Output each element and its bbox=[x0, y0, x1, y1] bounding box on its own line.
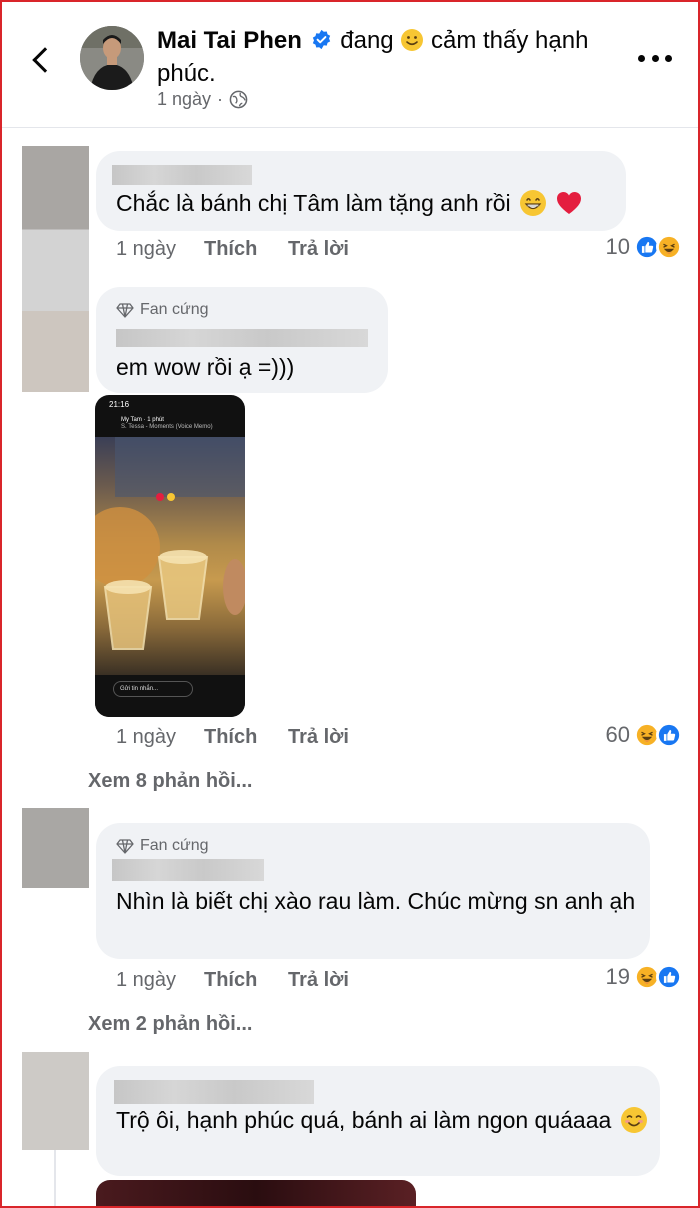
post-header: Mai Tai Phen đang cảm thấy hạnh phúc. 1 … bbox=[0, 0, 700, 128]
comment-bubble: Trộ ôi, hạnh phúc quá, bánh ai làm ngon … bbox=[96, 1066, 660, 1176]
red-heart-emoji-icon bbox=[557, 192, 582, 214]
comment-avatar[interactable] bbox=[22, 808, 89, 888]
post-time[interactable]: 1 ngày bbox=[157, 89, 211, 110]
phone-status-bar: 21:16 bbox=[109, 400, 130, 409]
comment-text: Trộ ôi, hạnh phúc quá, bánh ai làm ngon … bbox=[116, 1104, 650, 1137]
avatar-photo bbox=[80, 26, 144, 90]
diamond-icon bbox=[116, 839, 134, 854]
back-button[interactable] bbox=[26, 40, 58, 80]
comment-bubble: Fan cứng em wow rồi ạ =))) bbox=[96, 287, 388, 393]
globe-icon bbox=[229, 90, 248, 109]
reaction-summary[interactable]: 60 bbox=[606, 722, 682, 748]
fan-badge: Fan cứng bbox=[116, 837, 209, 855]
chevron-left-icon bbox=[32, 47, 58, 73]
blurred-commenter-name bbox=[112, 859, 264, 881]
story-message-input: Gửi tin nhắn... bbox=[113, 681, 193, 697]
comment-bubble: Fan cứng Nhìn là biết chị xào rau làm. C… bbox=[96, 823, 650, 959]
reply-button[interactable]: Trả lời bbox=[288, 969, 349, 992]
reaction-summary[interactable]: 19 bbox=[606, 964, 682, 990]
verified-badge-icon bbox=[312, 29, 330, 50]
fan-badge: Fan cứng bbox=[116, 301, 209, 319]
comment-actions: 1 ngày Thích Trả lời bbox=[116, 238, 349, 261]
comment-actions: 1 ngày Thích Trả lời bbox=[116, 726, 349, 749]
reply-button[interactable]: Trả lời bbox=[288, 238, 349, 261]
blurred-commenter-name bbox=[116, 329, 368, 347]
comment-bubble: Chắc là bánh chị Tâm làm tặng anh rồi bbox=[96, 151, 626, 231]
blurred-commenter-name bbox=[112, 165, 252, 185]
reaction-count: 60 bbox=[605, 722, 630, 747]
comment-text: Nhìn là biết chị xào rau làm. Chúc mừng … bbox=[116, 888, 636, 914]
comment-text: Chắc là bánh chị Tâm làm tặng anh rồi bbox=[116, 187, 583, 220]
author-name[interactable]: Mai Tai Phen bbox=[157, 27, 302, 54]
blurred-commenter-name bbox=[114, 1080, 314, 1104]
comment-avatar[interactable] bbox=[22, 1052, 89, 1150]
post-activity: Mai Tai Phen đang cảm thấy hạnh phúc. bbox=[157, 24, 607, 90]
comment-time[interactable]: 1 ngày bbox=[116, 238, 204, 261]
comment-avatar[interactable] bbox=[22, 146, 89, 392]
haha-reaction-icon bbox=[656, 234, 682, 260]
like-button[interactable]: Thích bbox=[204, 238, 288, 261]
diamond-icon bbox=[116, 303, 134, 318]
reply-button[interactable]: Trả lời bbox=[288, 726, 349, 749]
comment-actions: 1 ngày Thích Trả lời bbox=[116, 969, 349, 992]
comment-image-attachment[interactable]: 21:16 My Tam · 1 phút S. Tessa - Moments… bbox=[95, 395, 245, 717]
thread-line bbox=[54, 1150, 56, 1208]
like-button[interactable]: Thích bbox=[204, 726, 288, 749]
smiling-blush-emoji-icon bbox=[620, 1107, 647, 1133]
story-photo bbox=[95, 437, 245, 675]
reaction-count: 19 bbox=[605, 964, 630, 989]
reaction-summary[interactable]: 10 bbox=[606, 234, 682, 260]
activity-verb: đang bbox=[340, 27, 394, 54]
like-reaction-icon bbox=[656, 722, 682, 748]
view-replies-link[interactable]: Xem 8 phản hồi... bbox=[88, 770, 252, 793]
post-meta: 1 ngày · bbox=[157, 89, 248, 110]
grin-emoji-icon bbox=[520, 190, 547, 216]
drink-glasses-photo bbox=[95, 437, 245, 650]
dot-separator: · bbox=[217, 89, 224, 109]
author-avatar[interactable] bbox=[80, 26, 144, 90]
slightly-smiling-emoji-icon bbox=[401, 29, 424, 51]
comment-text: em wow rồi ạ =))) bbox=[116, 354, 295, 380]
next-image-attachment[interactable] bbox=[96, 1180, 416, 1208]
comment-time[interactable]: 1 ngày bbox=[116, 969, 204, 992]
like-button[interactable]: Thích bbox=[204, 969, 288, 992]
view-replies-link[interactable]: Xem 2 phản hồi... bbox=[88, 1013, 252, 1036]
like-reaction-icon bbox=[656, 964, 682, 990]
reaction-count: 10 bbox=[605, 234, 630, 259]
story-header: My Tam · 1 phút S. Tessa - Moments (Voic… bbox=[121, 417, 213, 430]
more-options-button[interactable] bbox=[638, 48, 672, 68]
comment-time[interactable]: 1 ngày bbox=[116, 726, 204, 749]
